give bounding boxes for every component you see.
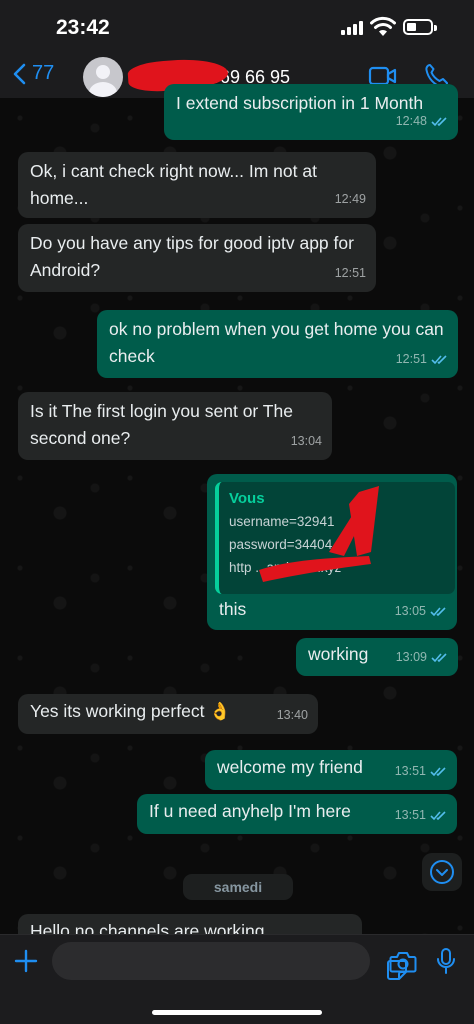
redaction-scribble [259, 486, 379, 582]
read-ticks-icon [431, 117, 447, 127]
read-ticks-icon [430, 767, 446, 777]
message-outgoing[interactable]: Vous username=32941 password=34404 http … [207, 474, 457, 630]
read-ticks-icon [431, 653, 447, 663]
read-ticks-icon [430, 811, 446, 821]
message-incoming[interactable]: Do you have any tips for good iptv app f… [18, 224, 376, 292]
message-time: 13:40 [276, 708, 308, 722]
message-time: 13:51 [394, 808, 426, 822]
wifi-icon [370, 16, 396, 36]
message-text: Ok, i cant check right now... Im not at … [30, 161, 317, 208]
message-time: 13:04 [290, 434, 322, 448]
quoted-message[interactable]: Vous username=32941 password=34404 http … [215, 482, 455, 594]
cellular-signal-icon [341, 21, 363, 35]
unread-count: 77 [32, 62, 55, 84]
read-ticks-icon [431, 355, 447, 365]
message-time: 12:48 [395, 114, 427, 128]
message-text: this [219, 599, 247, 619]
chevron-down-icon [430, 860, 454, 884]
message-time: 13:09 [395, 650, 427, 664]
read-ticks-icon [430, 607, 446, 617]
status-bar: 23:42 [0, 0, 474, 52]
message-input[interactable] [52, 942, 407, 980]
message-time: 13:51 [394, 764, 426, 778]
back-chevron-icon [13, 63, 26, 84]
status-time: 23:42 [56, 16, 110, 39]
date-separator: samedi [183, 874, 293, 900]
message-outgoing[interactable]: I extend subscription in 1 Month 12:48 [164, 84, 458, 140]
battery-icon [403, 19, 437, 35]
camera-icon[interactable] [389, 950, 417, 974]
scroll-to-bottom-button[interactable] [422, 853, 462, 891]
plus-icon[interactable] [14, 949, 38, 973]
message-text: Do you have any tips for good iptv app f… [30, 233, 354, 280]
message-incoming[interactable]: Ok, i cant check right now... Im not at … [18, 152, 376, 218]
microphone-icon[interactable] [436, 947, 456, 975]
message-incoming[interactable]: Is it The first login you sent or The se… [18, 392, 332, 460]
message-time: 13:05 [394, 604, 426, 618]
message-outgoing[interactable]: welcome my friend 13:51 [205, 750, 457, 790]
message-outgoing[interactable]: If u need anyhelp I'm here 13:51 [137, 794, 457, 834]
message-text: Yes its working perfect 👌 [30, 701, 232, 721]
message-outgoing[interactable]: working 13:09 [296, 638, 458, 676]
message-time: 12:51 [334, 266, 366, 280]
back-button[interactable]: 77 [12, 62, 54, 85]
avatar[interactable] [83, 57, 123, 97]
message-incoming[interactable]: Yes its working perfect 👌 13:40 [18, 694, 318, 734]
message-outgoing[interactable]: ok no problem when you get home you can … [97, 310, 458, 378]
message-time: 12:51 [395, 352, 427, 366]
home-indicator [152, 1010, 322, 1015]
message-time: 12:49 [334, 192, 366, 206]
message-text: Is it The first login you sent or The se… [30, 401, 293, 448]
chat-background: I extend subscription in 1 Month 12:48 O… [0, 84, 474, 954]
